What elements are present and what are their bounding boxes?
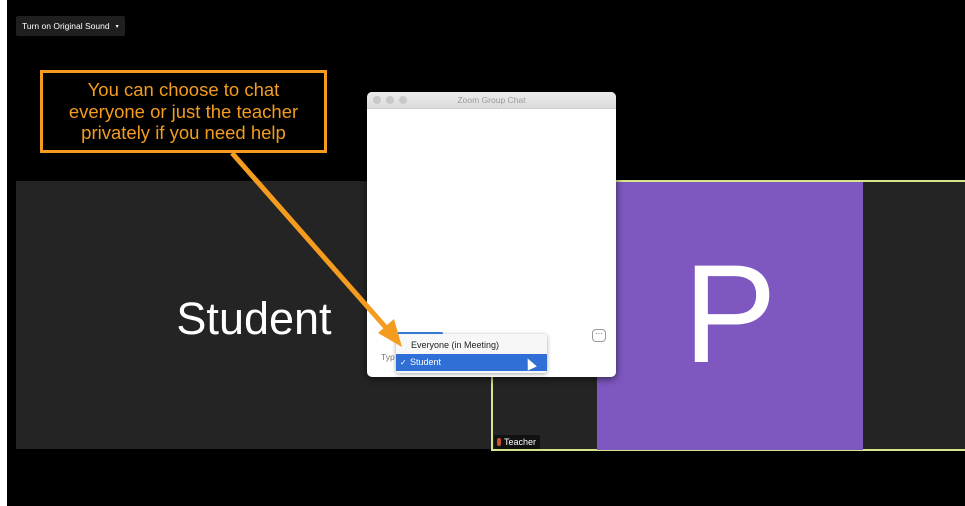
participant-name-teacher: Teacher [504,437,537,447]
maximize-window-button[interactable] [399,96,407,104]
checkmark-icon: ✓ [400,358,407,367]
close-window-button[interactable] [373,96,381,104]
left-edge [0,0,7,506]
dropdown-option-everyone[interactable]: Everyone (in Meeting) [396,337,547,354]
message-input[interactable]: Typ [381,352,395,362]
mic-icon [497,438,501,446]
annotation-callout: You can choose to chat everyone or just … [40,70,327,153]
chat-titlebar[interactable]: Zoom Group Chat [367,92,616,109]
recipient-dropdown[interactable]: Everyone (in Meeting) ✓ Student [396,334,547,373]
option-label: Student [410,357,442,367]
option-label: Everyone (in Meeting) [411,340,500,350]
chat-title: Zoom Group Chat [457,95,526,105]
callout-line: privately if you need help [81,122,286,143]
chevron-down-icon[interactable]: ▾ [116,23,119,30]
minimize-window-button[interactable] [386,96,394,104]
avatar-letter: P [683,235,777,392]
callout-line: You can choose to chat [87,79,280,100]
participant-label-teacher: Teacher [494,435,541,449]
callout-line: everyone or just the teacher [68,100,299,122]
original-sound-button[interactable]: Turn on Original Sound ▾ [16,16,125,36]
avatar: P [597,182,863,450]
original-sound-label: Turn on Original Sound [22,21,110,31]
more-options-button[interactable]: ··· [592,329,606,342]
